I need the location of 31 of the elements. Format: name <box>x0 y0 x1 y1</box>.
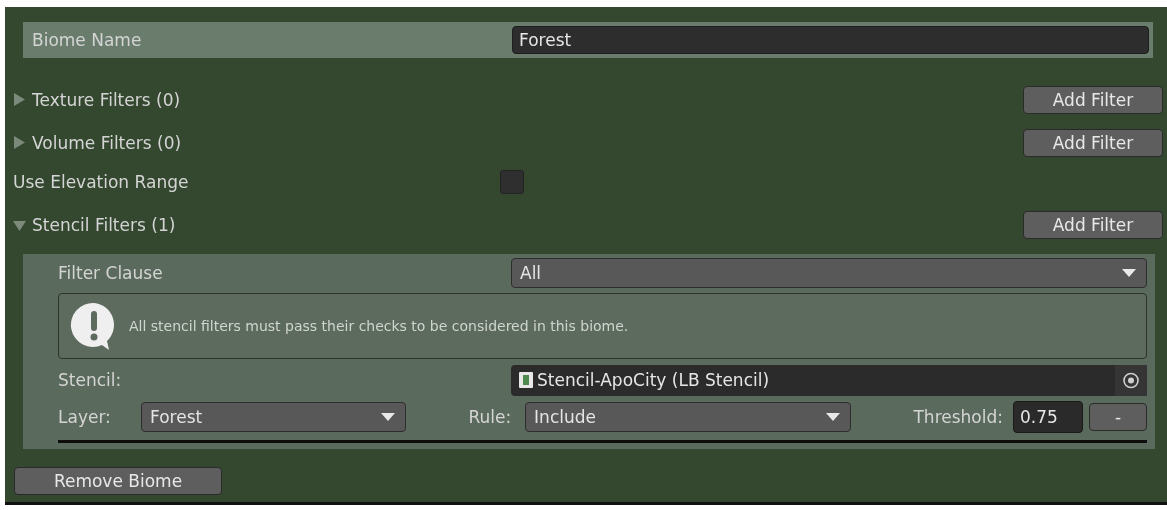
remove-biome-button[interactable]: Remove Biome <box>14 467 222 495</box>
object-picker-icon[interactable] <box>1115 364 1147 396</box>
rule-dropdown[interactable]: Include <box>525 402 852 432</box>
caret-icon <box>381 412 395 422</box>
stencil-asset-icon <box>519 372 533 388</box>
field-label: Layer: <box>58 407 112 427</box>
foldout-label[interactable]: Stencil Filters (1) <box>32 215 176 235</box>
help-text: All stencil filters must pass their checks to be considered in this biome. <box>129 318 629 334</box>
checkbox-label: Use Elevation Range <box>13 172 190 192</box>
foldout-label[interactable]: Texture Filters (0) <box>32 89 181 110</box>
caret-icon <box>1122 268 1136 278</box>
add-filter-button[interactable]: Add Filter <box>1023 211 1163 239</box>
checkbox[interactable] <box>500 170 524 194</box>
foldout-arrow-icon[interactable] <box>13 136 26 149</box>
add-filter-button[interactable]: Add Filter <box>1023 128 1163 157</box>
field-label: Biome Name <box>32 30 143 50</box>
caret-icon <box>826 412 841 422</box>
biome-name-field[interactable]: Forest <box>512 26 1149 54</box>
field-label: Filter Clause <box>58 263 164 283</box>
stencil-object-field[interactable]: Stencil-ApoCity (LB Stencil) <box>511 364 1147 396</box>
filter-clause-dropdown[interactable]: All <box>511 258 1147 288</box>
field-label: Rule: <box>468 407 512 427</box>
field-label: Threshold: <box>913 407 1003 427</box>
threshold-field[interactable]: 0.75 <box>1013 401 1083 433</box>
foldout-arrow-icon[interactable] <box>13 93 26 106</box>
field-label: Stencil: <box>58 370 123 390</box>
layer-dropdown[interactable]: Forest <box>141 402 406 432</box>
foldout-arrow-icon[interactable] <box>13 218 26 232</box>
remove-filter-button[interactable]: - <box>1089 403 1147 431</box>
foldout-label[interactable]: Volume Filters (0) <box>32 132 182 153</box>
add-filter-button[interactable]: Add Filter <box>1023 85 1163 114</box>
